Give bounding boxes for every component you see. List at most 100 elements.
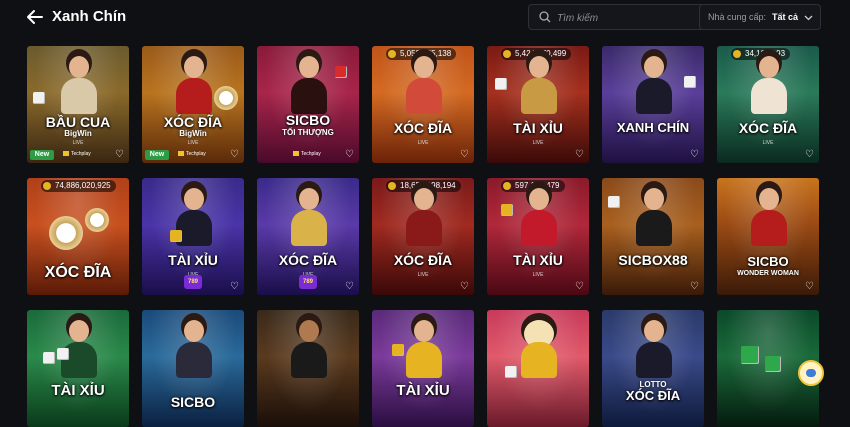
game-title: TÀI XỈU xyxy=(51,382,105,399)
game-card-tai-xiu-3[interactable]: 597,160,479 TÀI XỈU LIVE ♡ xyxy=(487,178,589,295)
mascot-image xyxy=(517,318,561,378)
game-title: SICBO xyxy=(747,254,789,269)
game-title: SICBO xyxy=(285,112,331,128)
coin-icon xyxy=(503,182,511,190)
game-title: XANH CHÍN xyxy=(616,120,690,135)
game-subtitle: BigWin xyxy=(179,129,207,138)
new-badge: New xyxy=(30,150,54,160)
game-card-xoc-dia-2[interactable]: 34,101,193 XÓC ĐĨA LIVE ♡ xyxy=(717,46,819,163)
heart-icon[interactable]: ♡ xyxy=(115,150,124,160)
game-card-bau-cua[interactable]: BẦU CUA BigWin LIVE New Techplay ♡ xyxy=(27,46,129,163)
host-image xyxy=(172,54,216,114)
provider-logo: Techplay xyxy=(178,151,206,157)
heart-icon[interactable]: ♡ xyxy=(345,150,354,160)
game-subtitle: BigWin xyxy=(64,129,92,138)
game-card-xoc-dia-4[interactable]: XÓC ĐĨA LIVE 789 ♡ xyxy=(257,178,359,295)
host-image xyxy=(402,318,446,378)
game-title: BẦU CUA xyxy=(45,114,111,130)
plate-icon xyxy=(85,208,109,232)
host-image xyxy=(402,186,446,246)
game-card-sicbo-wonder-woman[interactable]: SICBO WONDER WOMAN ♡ xyxy=(717,178,819,295)
dice-icon xyxy=(33,92,45,104)
game-card-xoc-dia-5[interactable]: 18,658,198,194 XÓC ĐĨA LIVE ♡ xyxy=(372,178,474,295)
chat-support-icon[interactable] xyxy=(798,360,824,386)
coin-icon xyxy=(388,50,396,58)
host-image xyxy=(632,54,676,114)
game-card-19[interactable] xyxy=(487,310,589,427)
game-subtitle: TỐI THƯỢNG xyxy=(282,128,334,137)
host-image xyxy=(632,318,676,378)
heart-icon[interactable]: ♡ xyxy=(805,282,814,292)
host-image xyxy=(172,318,216,378)
provider-logo: Techplay xyxy=(293,151,321,157)
heart-icon[interactable]: ♡ xyxy=(230,150,239,160)
heart-icon[interactable]: ♡ xyxy=(460,282,469,292)
host-image xyxy=(517,54,561,114)
host-image xyxy=(287,54,331,114)
game-title: TÀI XỈU xyxy=(513,120,563,136)
live-label: LIVE xyxy=(532,272,544,278)
heart-icon[interactable]: ♡ xyxy=(805,150,814,160)
game-card-sicbo-2[interactable]: SICBO xyxy=(142,310,244,427)
dice-icon xyxy=(335,66,347,78)
game-card-lotto-xoc-dia[interactable]: LOTTO XÓC ĐĨA xyxy=(602,310,704,427)
dice-icon xyxy=(57,348,69,360)
host-image xyxy=(632,186,676,246)
game-card-tai-xiu-4[interactable]: TÀI XỈU xyxy=(27,310,129,427)
live-label: LIVE xyxy=(532,140,544,146)
game-title: XÓC ĐĨA xyxy=(44,264,112,281)
heart-icon[interactable]: ♡ xyxy=(690,150,699,160)
back-arrow-icon[interactable] xyxy=(24,6,46,28)
game-subtitle: WONDER WOMAN xyxy=(737,270,799,277)
heart-icon[interactable]: ♡ xyxy=(575,150,584,160)
search-box[interactable] xyxy=(528,4,720,30)
game-card-sicbo-toi-thuong[interactable]: SICBO TỐI THƯỢNG Techplay ♡ xyxy=(257,46,359,163)
plate-icon xyxy=(214,86,238,110)
game-title: TÀI XỈU xyxy=(168,252,218,268)
provider-logo: 789 xyxy=(184,275,202,289)
game-card-xoc-dia-1[interactable]: 5,059,025,138 XÓC ĐĨA LIVE ♡ xyxy=(372,46,474,163)
host-image xyxy=(287,186,331,246)
live-label: LIVE xyxy=(417,272,429,278)
game-card-17[interactable] xyxy=(257,310,359,427)
heart-icon[interactable]: ♡ xyxy=(460,150,469,160)
dice-icon xyxy=(765,356,781,372)
game-title: XÓC ĐĨA xyxy=(393,120,453,136)
provider-value: Tất cả xyxy=(772,12,799,22)
heart-icon[interactable]: ♡ xyxy=(575,282,584,292)
game-card-tai-xiu-5[interactable]: TÀI XỈU xyxy=(372,310,474,427)
game-title: SICBOX88 xyxy=(618,252,688,268)
provider-logo: 789 xyxy=(299,275,317,289)
coin-icon xyxy=(503,50,511,58)
host-image xyxy=(517,186,561,246)
dice-icon xyxy=(495,78,507,90)
game-card-tai-xiu-2[interactable]: TÀI XỈU LIVE 789 ♡ xyxy=(142,178,244,295)
provider-dropdown[interactable]: Nhà cung cấp: Tất cả xyxy=(699,4,821,30)
host-image xyxy=(747,186,791,246)
live-label: LIVE xyxy=(417,140,429,146)
game-card-tai-xiu-1[interactable]: 5,424,670,499 TÀI XỈU LIVE ♡ xyxy=(487,46,589,163)
plate-icon xyxy=(49,216,83,250)
dice-icon xyxy=(741,346,759,364)
game-card-xanh-chin[interactable]: XANH CHÍN ♡ xyxy=(602,46,704,163)
provider-label: Nhà cung cấp: xyxy=(708,12,767,22)
game-title: TÀI XỈU xyxy=(513,252,563,268)
game-title: XÓC ĐĨA xyxy=(278,252,338,268)
host-image xyxy=(747,54,791,114)
page-title: Xanh Chín xyxy=(52,8,127,25)
jackpot-amount: 74,886,020,925 xyxy=(41,180,116,192)
host-image xyxy=(287,318,331,378)
search-input[interactable] xyxy=(555,8,719,28)
dice-icon xyxy=(392,344,404,356)
dice-icon xyxy=(170,230,182,242)
provider-logo: Techplay xyxy=(63,151,91,157)
heart-icon[interactable]: ♡ xyxy=(230,282,239,292)
game-card-sicbox88[interactable]: SICBOX88 ♡ xyxy=(602,178,704,295)
heart-icon[interactable]: ♡ xyxy=(345,282,354,292)
heart-icon[interactable]: ♡ xyxy=(690,282,699,292)
game-card-xoc-dia-3[interactable]: 74,886,020,925 XÓC ĐĨA xyxy=(27,178,129,295)
dice-icon xyxy=(684,76,696,88)
game-title: XÓC ĐĨA xyxy=(393,252,453,268)
game-title: XÓC ĐĨA xyxy=(738,120,798,136)
game-card-xoc-dia-bigwin[interactable]: XÓC ĐĨA BigWin LIVE New Techplay ♡ xyxy=(142,46,244,163)
